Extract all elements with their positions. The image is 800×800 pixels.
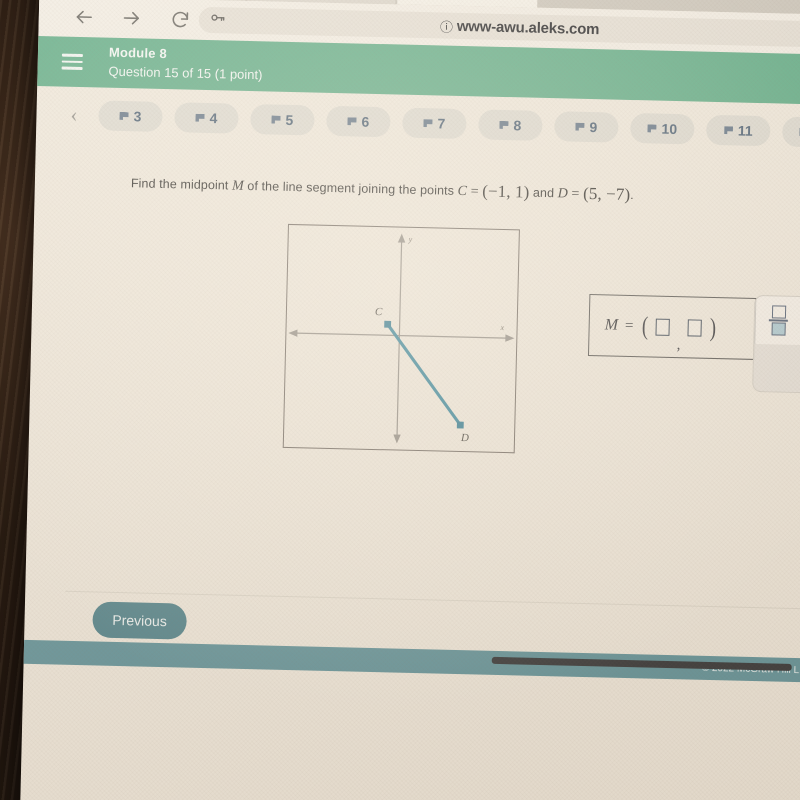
answer-equals: = xyxy=(624,317,634,334)
pill-nav-back-chevron-icon[interactable]: ‹ xyxy=(70,102,78,127)
question-pill-3[interactable]: 3 xyxy=(98,100,163,132)
question-period: . xyxy=(630,187,634,203)
question-var-d: D xyxy=(557,186,569,202)
question-pill-11[interactable]: 11 xyxy=(705,114,771,147)
question-pill-9-label: 9 xyxy=(589,118,598,136)
question-point-c: (−1, 1) xyxy=(482,181,530,202)
previous-button[interactable]: Previous xyxy=(92,601,188,640)
graph-svg: y x C D xyxy=(288,233,515,444)
hamburger-menu-icon[interactable] xyxy=(61,53,83,70)
browser-tab-3-title: ALEKS - Skyle xyxy=(421,0,497,1)
question-pill-5[interactable]: 5 xyxy=(250,104,315,136)
point-d-label: D xyxy=(460,432,469,444)
question-var-m: M xyxy=(231,178,244,194)
answer-input-box[interactable]: M = ( , ) xyxy=(587,294,757,360)
flag-icon xyxy=(423,119,432,127)
previous-button-label: Previous xyxy=(112,611,168,630)
x-axis-arrow-right xyxy=(505,334,515,342)
point-d-marker xyxy=(456,421,464,429)
question-pill-11-label: 11 xyxy=(737,122,753,139)
question-pill-8-label: 8 xyxy=(513,117,522,134)
aleks-header-text: Module 8 Question 15 of 15 (1 point) xyxy=(108,44,263,85)
forward-button[interactable] xyxy=(114,1,149,36)
info-circle-icon[interactable]: ⓘ xyxy=(440,16,453,35)
question-conj: and xyxy=(529,185,558,201)
question-point-d: (5, −7) xyxy=(582,183,631,204)
question-mid: of the line segment joining the points xyxy=(243,178,458,198)
question-pill-5-label: 5 xyxy=(285,111,294,129)
x-axis-label: x xyxy=(500,323,505,332)
keypad-clear-button[interactable]: ✕ xyxy=(753,343,800,394)
question-eq1: = xyxy=(466,184,483,200)
flag-icon xyxy=(499,121,508,129)
x-axis xyxy=(296,332,507,339)
question-pill-10[interactable]: 10 xyxy=(629,112,695,145)
flag-icon xyxy=(647,124,656,132)
question-pill-8[interactable]: 8 xyxy=(478,109,543,141)
flag-icon xyxy=(271,115,280,123)
point-c-marker xyxy=(384,320,392,328)
question-pill-7[interactable]: 7 xyxy=(402,107,467,140)
question-pill-3-label: 3 xyxy=(133,108,142,125)
question-pill-12[interactable]: 12 xyxy=(781,116,800,149)
question-pill-9[interactable]: 9 xyxy=(554,111,619,143)
answer-var-label: M xyxy=(604,316,619,334)
back-button[interactable] xyxy=(66,0,101,34)
answer-open-paren: ( xyxy=(641,311,649,341)
answer-y-input[interactable] xyxy=(687,318,703,337)
question-eq2: = xyxy=(567,186,584,202)
browser-tab-3-close-icon[interactable]: × xyxy=(505,0,512,1)
key-icon[interactable] xyxy=(209,9,227,31)
question-pill-7-label: 7 xyxy=(437,115,446,132)
question-pill-4-label: 4 xyxy=(209,110,218,127)
answer-comma: , xyxy=(676,337,681,354)
math-keypad-row-templates xyxy=(754,296,800,347)
flag-icon xyxy=(195,114,204,122)
segment-cd xyxy=(386,322,462,427)
question-prompt: Find the midpoint M of the line segment … xyxy=(131,173,771,208)
fraction-template-button[interactable] xyxy=(768,305,789,336)
fraction-denominator-box xyxy=(771,322,786,336)
flag-icon xyxy=(575,123,584,131)
question-pill-6[interactable]: 6 xyxy=(326,105,391,138)
address-bar-url: www-awu.aleks.com xyxy=(456,17,600,38)
x-axis-arrow-left xyxy=(288,329,298,337)
desk-photo-background: Postulate Spec www.myhome × A ALEKS - Sk… xyxy=(0,0,800,800)
answer-x-input[interactable] xyxy=(655,318,671,336)
fraction-numerator-box xyxy=(771,305,786,319)
y-axis-arrow-up xyxy=(397,233,406,243)
flag-icon xyxy=(347,117,356,125)
y-axis-arrow-down xyxy=(393,434,401,444)
coordinate-graph: y x C D xyxy=(282,223,520,454)
point-c-label: C xyxy=(375,306,383,318)
flag-icon xyxy=(724,126,733,134)
question-pill-10-label: 10 xyxy=(661,120,678,138)
address-bar-url-group: ⓘ www-awu.aleks.com xyxy=(440,16,600,39)
question-pill-6-label: 6 xyxy=(361,113,370,130)
question-pill-4[interactable]: 4 xyxy=(174,102,239,134)
y-axis-label: y xyxy=(408,235,413,244)
reload-button[interactable] xyxy=(162,2,197,37)
answer-close-paren: ) xyxy=(709,312,717,343)
question-status-label: Question 15 of 15 (1 point) xyxy=(108,63,263,83)
math-keypad: ✕ xyxy=(752,294,800,395)
browser-window: Postulate Spec www.myhome × A ALEKS - Sk… xyxy=(19,0,800,800)
flag-icon xyxy=(119,112,128,120)
question-lead: Find the midpoint xyxy=(130,176,233,193)
